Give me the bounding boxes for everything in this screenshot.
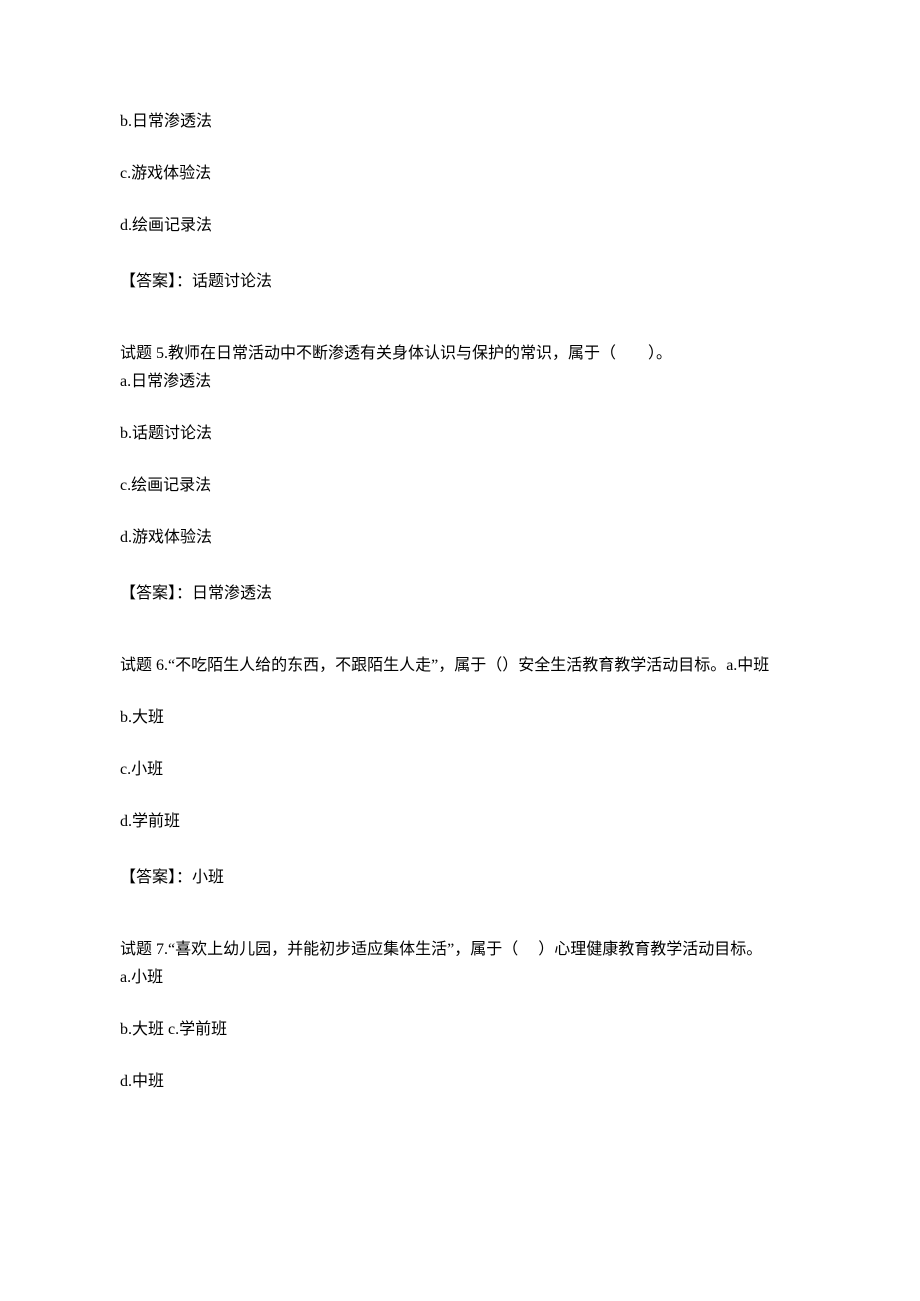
document-page: b.日常渗透法 c.游戏体验法 d.绘画记录法 【答案】：话题讨论法 试题 5.… — [0, 0, 920, 1301]
q7-option-a: a.小班 — [120, 966, 800, 990]
q6-option-d: d.学前班 — [120, 810, 800, 834]
q5-answer: 【答案】：日常渗透法 — [120, 582, 800, 606]
q6-answer: 【答案】：小班 — [120, 866, 800, 890]
q7-option-b-c: b.大班 c.学前班 — [120, 1018, 800, 1042]
q6-option-c: c.小班 — [120, 758, 800, 782]
q5-option-a: a.日常渗透法 — [120, 370, 800, 394]
q5-option-b: b.话题讨论法 — [120, 422, 800, 446]
q7-option-d: d.中班 — [120, 1070, 800, 1094]
q4-option-d: d.绘画记录法 — [120, 214, 800, 238]
q6-option-b: b.大班 — [120, 706, 800, 730]
q5-option-d: d.游戏体验法 — [120, 526, 800, 550]
q4-option-b: b.日常渗透法 — [120, 110, 800, 134]
q4-option-c: c.游戏体验法 — [120, 162, 800, 186]
q7-stem: 试题 7.“喜欢上幼儿园，并能初步适应集体生活”，属于（ ）心理健康教育教学活动… — [120, 938, 800, 962]
q6-stem: 试题 6.“不吃陌生人给的东西，不跟陌生人走”，属于（）安全生活教育教学活动目标… — [120, 654, 800, 678]
q5-stem: 试题 5.教师在日常活动中不断渗透有关身体认识与保护的常识，属于（ ）。 — [120, 342, 800, 366]
q5-option-c: c.绘画记录法 — [120, 474, 800, 498]
q4-answer: 【答案】：话题讨论法 — [120, 270, 800, 294]
